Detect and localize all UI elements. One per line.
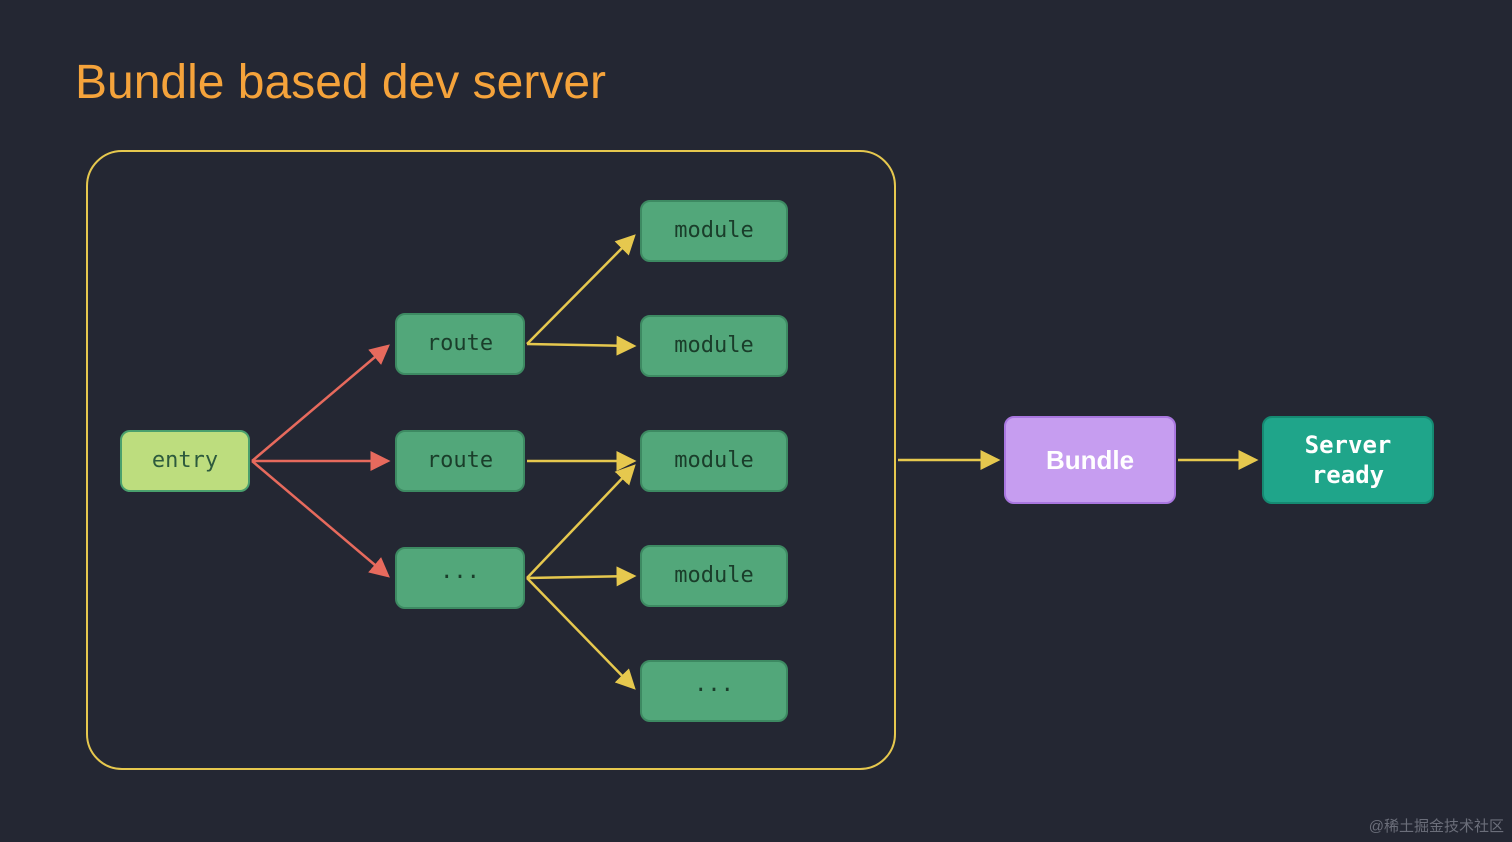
node-module-2: module (640, 315, 788, 377)
node-bundle-label: Bundle (1046, 444, 1134, 477)
node-entry-label: entry (152, 447, 218, 475)
watermark: @稀土掘金技术社区 (1369, 815, 1504, 836)
node-server-ready: Server ready (1262, 416, 1434, 504)
node-route-3: ··· (395, 547, 525, 609)
node-route-1: route (395, 313, 525, 375)
node-route-1-label: route (427, 330, 493, 358)
node-module-4-label: module (674, 562, 753, 590)
diagram-title: Bundle based dev server (75, 55, 606, 110)
node-route-2-label: route (427, 447, 493, 475)
node-module-5: ··· (640, 660, 788, 722)
node-server-ready-label: Server ready (1305, 430, 1392, 490)
node-module-1-label: module (674, 217, 753, 245)
node-module-5-label: ··· (694, 677, 734, 705)
node-module-3: module (640, 430, 788, 492)
node-route-3-label: ··· (440, 564, 480, 592)
node-bundle: Bundle (1004, 416, 1176, 504)
node-module-3-label: module (674, 447, 753, 475)
node-module-2-label: module (674, 332, 753, 360)
node-module-4: module (640, 545, 788, 607)
node-route-2: route (395, 430, 525, 492)
node-entry: entry (120, 430, 250, 492)
node-module-1: module (640, 200, 788, 262)
